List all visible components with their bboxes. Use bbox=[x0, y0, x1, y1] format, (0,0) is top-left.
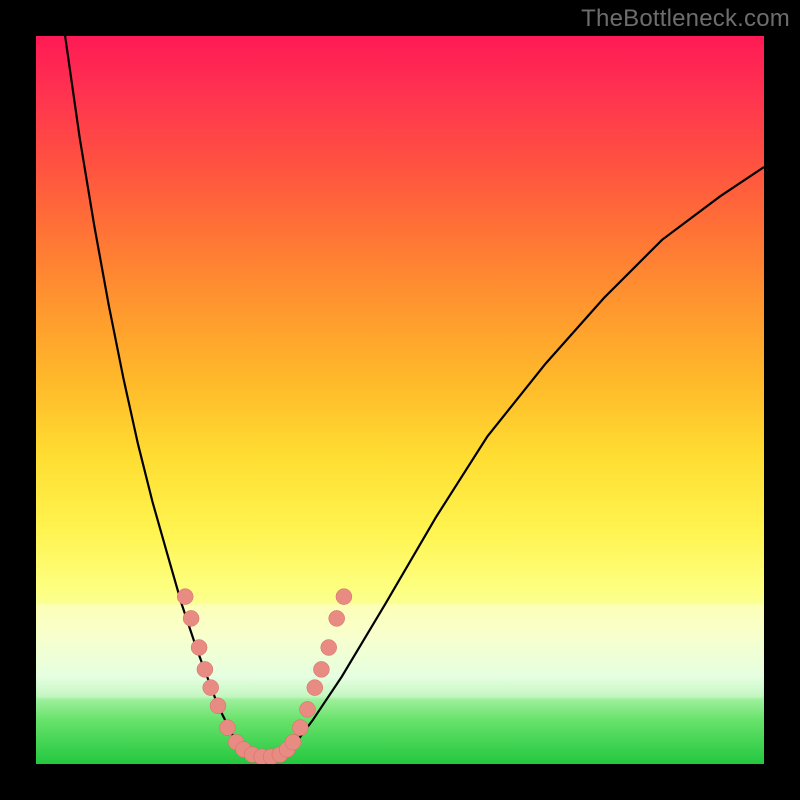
marker-dot bbox=[285, 734, 301, 750]
marker-dot bbox=[313, 661, 329, 677]
chart-frame: TheBottleneck.com bbox=[0, 0, 800, 800]
marker-dot bbox=[307, 680, 323, 696]
marker-dot bbox=[197, 661, 213, 677]
marker-dot bbox=[210, 698, 226, 714]
curve-path bbox=[65, 36, 764, 762]
watermark-text: TheBottleneck.com bbox=[581, 5, 790, 33]
marker-dot bbox=[203, 680, 219, 696]
marker-dot bbox=[220, 720, 236, 736]
marker-dot bbox=[183, 610, 199, 626]
marker-dot bbox=[321, 640, 337, 656]
marker-dot bbox=[177, 589, 193, 605]
marker-dot bbox=[300, 701, 316, 717]
marker-dot bbox=[191, 640, 207, 656]
plot-area bbox=[36, 36, 764, 764]
chart-svg bbox=[36, 36, 764, 764]
marker-dot bbox=[329, 610, 345, 626]
marker-dot bbox=[336, 589, 352, 605]
markers-group bbox=[177, 589, 352, 764]
marker-dot bbox=[292, 720, 308, 736]
